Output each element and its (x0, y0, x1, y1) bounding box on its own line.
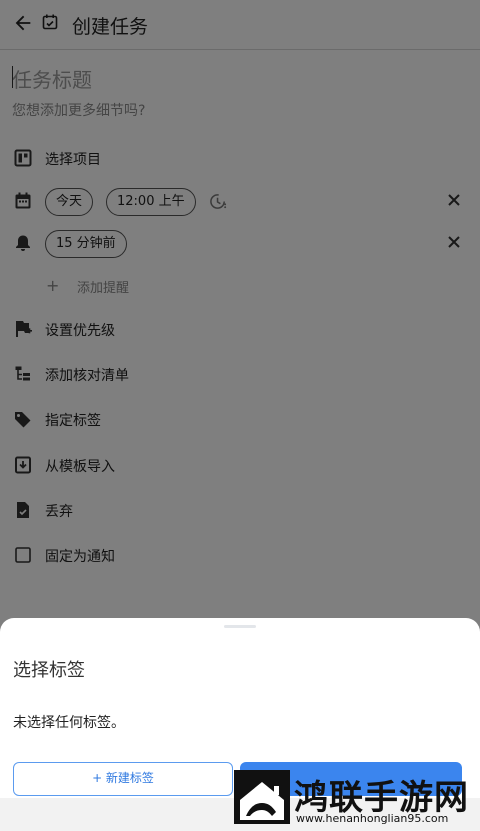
empty-tags-message: 未选择任何标签。 (13, 715, 125, 731)
watermark: 鸿联手游网 www.henanhonglian95.com (234, 768, 474, 826)
new-tag-button[interactable]: + 新建标签 (13, 762, 233, 796)
house-logo-icon (234, 770, 290, 824)
drag-handle[interactable] (224, 625, 256, 628)
sheet-title: 选择标签 (13, 660, 85, 681)
watermark-url: www.henanhonglian95.com (296, 812, 449, 825)
